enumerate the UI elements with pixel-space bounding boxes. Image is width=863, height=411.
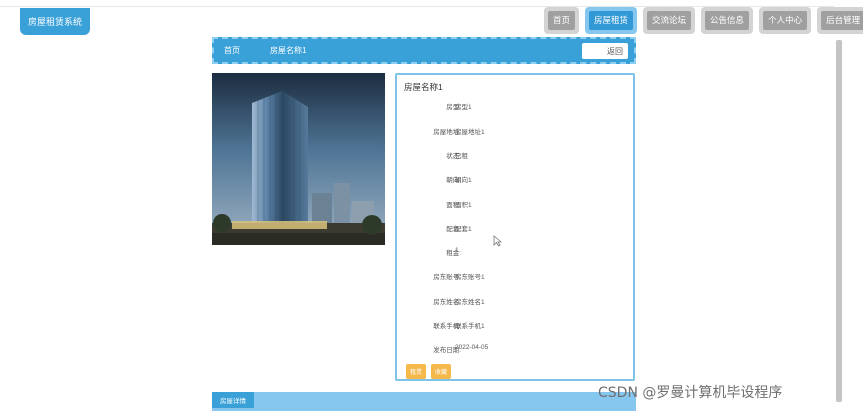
- rent-button[interactable]: 租赁: [406, 364, 426, 379]
- nav-forum[interactable]: 交流论坛: [643, 7, 696, 34]
- building-image: [212, 73, 385, 245]
- nav-profile-label: 个人中心: [763, 11, 808, 30]
- nav-forum-label: 交流论坛: [647, 11, 692, 30]
- field-row: 房屋地址: 房屋地址1: [397, 126, 633, 138]
- field-value: 配套1: [455, 226, 472, 233]
- nav-profile[interactable]: 个人中心: [759, 7, 812, 34]
- field-value: 房型1: [455, 104, 472, 111]
- field-row: 房型: 房型1: [397, 101, 633, 113]
- house-detail-panel: 房屋名称1 房型: 房型1 房屋地址: 房屋地址1 状态: 已租 朝向: 朝向1…: [395, 73, 635, 381]
- field-value: 已租: [455, 153, 468, 160]
- watermark: CSDN @罗曼计算机毕设程序: [598, 385, 783, 401]
- site-logo[interactable]: 房屋租赁系统: [20, 8, 90, 35]
- field-row: 状态: 已租: [397, 150, 633, 162]
- field-value: 面积1: [455, 202, 472, 209]
- nav-rental-label: 房屋租赁: [589, 11, 634, 30]
- favorite-button[interactable]: 收藏: [431, 364, 451, 379]
- field-value: 房东账号1: [455, 274, 485, 281]
- field-row: 朝向: 朝向1: [397, 174, 633, 186]
- field-row: 租金: 1: [397, 247, 633, 259]
- nav-admin-label: 后台管理: [821, 11, 863, 30]
- main-nav: 首页 房屋租赁 交流论坛 公告信息 个人中心 后台管理: [544, 7, 863, 35]
- field-row: 面积: 面积1: [397, 199, 633, 211]
- nav-home[interactable]: 首页: [544, 7, 580, 34]
- field-value: 联系手机1: [455, 323, 485, 330]
- field-value: 朝向1: [455, 177, 472, 184]
- page-scrollbar[interactable]: [836, 40, 842, 402]
- field-row: 联系手机: 联系手机1: [397, 320, 633, 332]
- house-photo: [212, 73, 385, 245]
- breadcrumb-current: 房屋名称1: [270, 46, 307, 55]
- field-value: 房东姓名1: [455, 299, 485, 306]
- breadcrumb: 首页 房屋名称1 返回: [212, 37, 636, 64]
- detail-tabs-bar: 房屋详情: [212, 392, 636, 411]
- field-row: 房东姓名: 房东姓名1: [397, 296, 633, 308]
- nav-admin[interactable]: 后台管理: [817, 7, 863, 34]
- field-value: 1: [455, 247, 459, 254]
- field-value: 房屋地址1: [455, 129, 485, 136]
- house-title: 房屋名称1: [404, 82, 443, 92]
- field-row: 发布日期: 2022-04-05: [397, 344, 633, 356]
- breadcrumb-home[interactable]: 首页: [224, 45, 240, 56]
- tab-house-detail[interactable]: 房屋详情: [212, 392, 254, 408]
- nav-rental[interactable]: 房屋租赁: [585, 7, 638, 34]
- nav-notice-label: 公告信息: [705, 11, 750, 30]
- nav-home-label: 首页: [548, 11, 576, 30]
- nav-notice[interactable]: 公告信息: [701, 7, 754, 34]
- back-button[interactable]: 返回: [582, 43, 628, 59]
- field-value: 2022-04-05: [455, 344, 489, 351]
- field-row: 房东账号: 房东账号1: [397, 271, 633, 283]
- field-row: 配套: 配套1: [397, 223, 633, 235]
- mouse-cursor-icon: [493, 235, 502, 247]
